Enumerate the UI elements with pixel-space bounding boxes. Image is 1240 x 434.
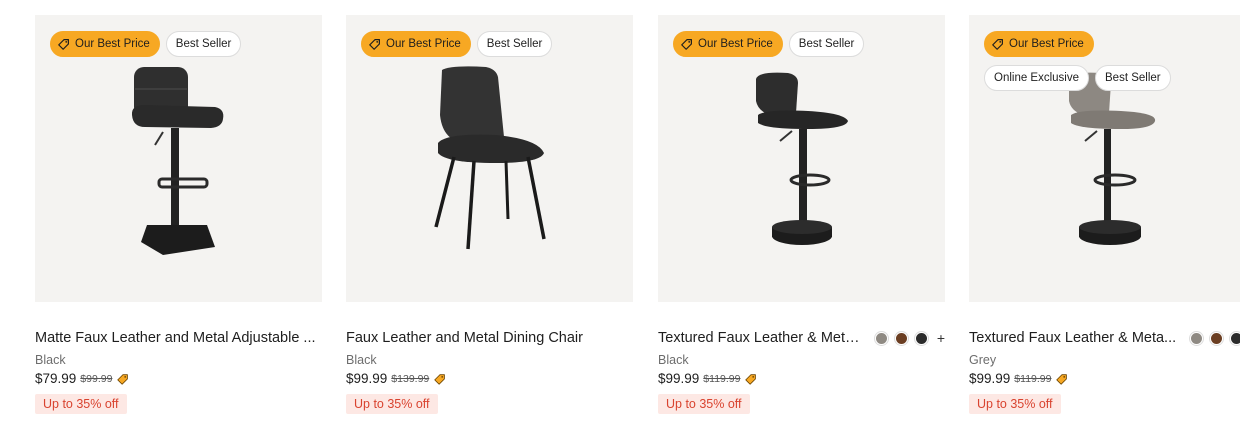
discount-badge: Up to 35% off	[346, 394, 438, 414]
discount-badge: Up to 35% off	[969, 394, 1061, 414]
product-image[interactable]: Our Best Price Best Seller	[658, 15, 945, 302]
price-tag-icon	[117, 373, 129, 385]
best-price-badge: Our Best Price	[50, 31, 160, 57]
best-seller-badge: Best Seller	[788, 31, 865, 57]
color-swatch[interactable]	[1190, 331, 1204, 345]
bar-stool-image	[756, 72, 848, 245]
product-title[interactable]: Matte Faux Leather and Metal Adjustable …	[35, 330, 316, 346]
best-price-badge: Our Best Price	[673, 31, 783, 57]
original-price: $119.99	[703, 372, 741, 385]
sale-price: $79.99	[35, 371, 77, 386]
price-tag-icon	[992, 39, 1003, 50]
product-card[interactable]: Our Best Price Best Seller Faux Leather …	[346, 15, 633, 414]
product-title[interactable]: Textured Faux Leather & Meta...	[969, 330, 1176, 346]
product-color: Black	[346, 353, 377, 367]
dining-chair-image	[434, 66, 546, 250]
color-swatch[interactable]	[894, 331, 908, 345]
best-price-badge: Our Best Price	[984, 31, 1094, 57]
product-image[interactable]: Our Best Price Best Seller	[35, 15, 322, 302]
price-tag-icon	[681, 39, 692, 50]
sale-price: $99.99	[346, 371, 388, 386]
discount-badge: Up to 35% off	[658, 394, 750, 414]
product-color: Black	[658, 353, 689, 367]
best-seller-badge: Best Seller	[165, 31, 242, 57]
product-color: Grey	[969, 353, 997, 367]
color-swatch[interactable]	[914, 331, 928, 345]
best-seller-badge: Best Seller	[1095, 65, 1171, 91]
product-title[interactable]: Faux Leather and Metal Dining Chair	[346, 330, 583, 346]
best-price-badge: Our Best Price	[361, 31, 471, 57]
original-price: $119.99	[1014, 372, 1052, 385]
product-color: Black	[35, 353, 66, 367]
discount-badge: Up to 35% off	[35, 394, 127, 414]
product-image[interactable]: Our Best Price Online Exclusive Best Sel…	[969, 15, 1240, 302]
sale-price: $99.99	[658, 371, 700, 386]
color-swatches: +	[874, 330, 945, 346]
product-title[interactable]: Textured Faux Leather & Meta...	[658, 330, 861, 346]
product-image[interactable]: Our Best Price Best Seller	[346, 15, 633, 302]
color-swatch[interactable]	[874, 331, 888, 345]
more-colors-button[interactable]: +	[937, 330, 945, 346]
color-swatch[interactable]	[1210, 331, 1224, 345]
sale-price: $99.99	[969, 371, 1011, 386]
product-card[interactable]: Our Best Price Best Seller Matte Faux Le…	[35, 15, 322, 414]
product-card[interactable]: Our Best Price Best Seller Textured Faux…	[658, 15, 945, 414]
best-seller-badge: Best Seller	[476, 31, 553, 57]
bar-stool-image	[131, 67, 224, 255]
product-card[interactable]: Our Best Price Online Exclusive Best Sel…	[969, 15, 1240, 414]
color-swatches	[1190, 331, 1240, 345]
price-tag-icon	[58, 39, 69, 50]
original-price: $99.99	[80, 372, 113, 385]
price-tag-icon	[369, 39, 380, 50]
price-tag-icon	[745, 373, 757, 385]
color-swatch[interactable]	[1230, 331, 1240, 345]
price-tag-icon	[1056, 373, 1068, 385]
online-exclusive-badge: Online Exclusive	[984, 65, 1090, 91]
price-tag-icon	[434, 373, 446, 385]
original-price: $139.99	[391, 372, 430, 385]
